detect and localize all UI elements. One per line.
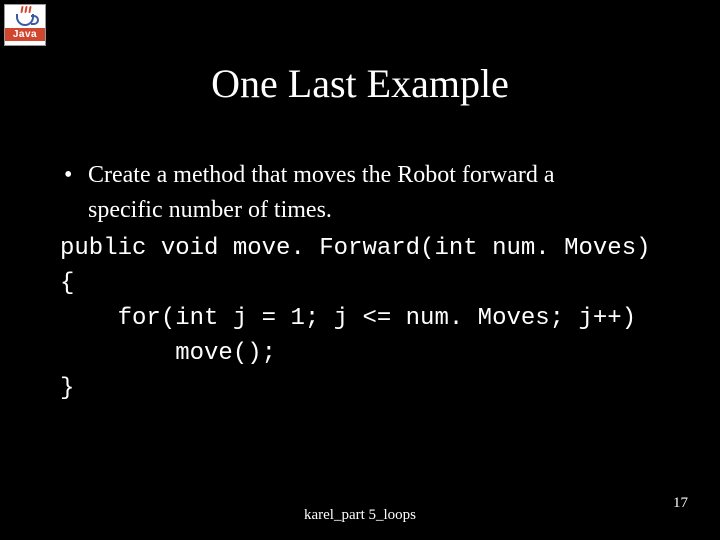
- bullet-text-line2: specific number of times.: [60, 195, 680, 226]
- code-line-2: {: [60, 270, 74, 297]
- code-line-5: }: [60, 375, 74, 402]
- java-logo: Java: [4, 4, 46, 46]
- java-steam-icon: [21, 6, 31, 13]
- slide-title: One Last Example: [0, 60, 720, 107]
- java-logo-text: Java: [5, 28, 45, 41]
- code-line-1: public void move. Forward(int num. Moves…: [60, 235, 651, 262]
- java-cup-icon: [16, 14, 34, 26]
- code-line-4: move();: [60, 340, 276, 367]
- bullet-item: Create a method that moves the Robot for…: [60, 160, 680, 191]
- footer-center: karel_part 5_loops: [0, 507, 720, 524]
- slide-number: 17: [673, 495, 688, 512]
- code-block: public void move. Forward(int num. Moves…: [60, 232, 680, 406]
- slide-body: Create a method that moves the Robot for…: [60, 160, 680, 406]
- slide: Java One Last Example Create a method th…: [0, 0, 720, 540]
- code-line-3: for(int j = 1; j <= num. Moves; j++): [60, 305, 636, 332]
- bullet-text-line1: Create a method that moves the Robot for…: [88, 162, 555, 188]
